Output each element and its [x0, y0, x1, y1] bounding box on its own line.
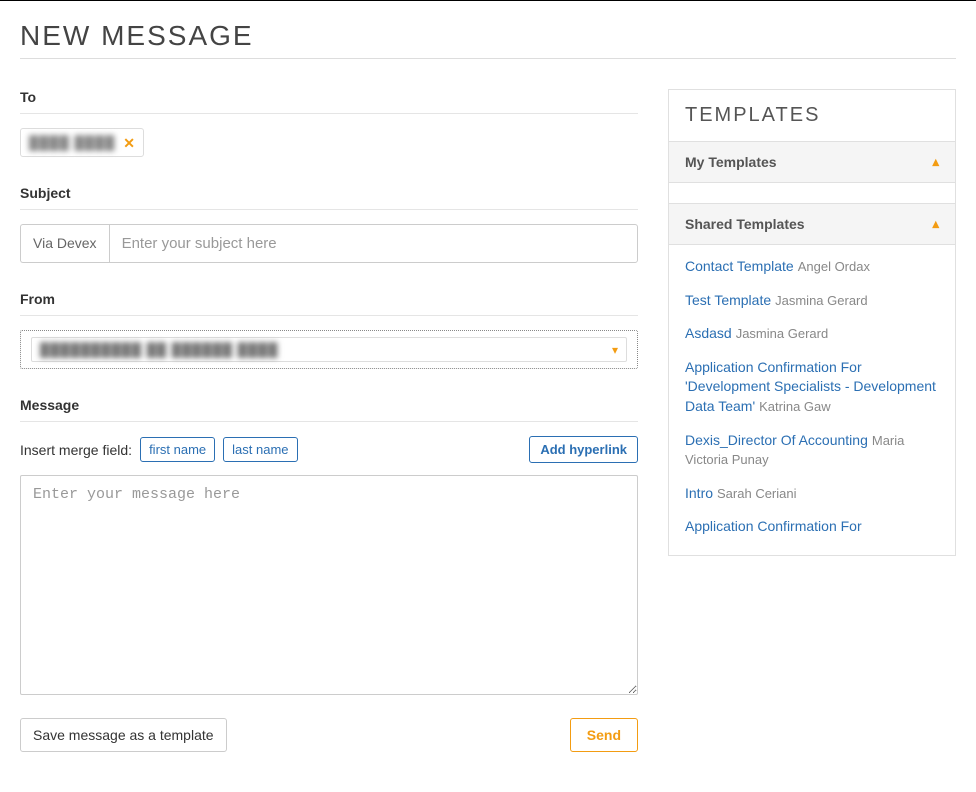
chevron-down-icon: ▾ [612, 343, 618, 357]
subject-divider [20, 209, 638, 210]
my-templates-header[interactable]: My Templates ▴ [669, 142, 955, 183]
template-author: Katrina Gaw [759, 399, 831, 414]
message-divider [20, 421, 638, 422]
subject-prefix: Via Devex [20, 224, 109, 263]
to-chip-row[interactable]: ████ ████ ✕ [20, 128, 638, 157]
template-author: Angel Ordax [798, 259, 870, 274]
from-select[interactable]: ██████████ ██ ██████ ████ ▾ [20, 330, 638, 369]
recipient-chip[interactable]: ████ ████ ✕ [20, 128, 144, 157]
send-button[interactable]: Send [570, 718, 638, 752]
template-item: Asdasd Jasmina Gerard [685, 324, 939, 344]
add-hyperlink-button[interactable]: Add hyperlink [529, 436, 638, 463]
compose-form: To ████ ████ ✕ Subject Via Devex [20, 89, 638, 752]
merge-first-name-button[interactable]: first name [140, 437, 215, 462]
to-divider [20, 113, 638, 114]
shared-templates-header[interactable]: Shared Templates ▴ [669, 203, 955, 245]
message-textarea[interactable] [20, 475, 638, 695]
message-label: Message [20, 397, 638, 413]
to-label: To [20, 89, 638, 105]
template-link[interactable]: Test Template [685, 292, 771, 308]
shared-templates-list: Contact Template Angel Ordax Test Templat… [669, 245, 955, 555]
template-item: Application Confirmation For [685, 517, 939, 537]
page-title: NEW MESSAGE [20, 20, 956, 52]
template-link[interactable]: Intro [685, 485, 713, 501]
template-author: Jasmina Gerard [775, 293, 867, 308]
merge-field-label: Insert merge field: [20, 442, 132, 458]
template-item: Test Template Jasmina Gerard [685, 291, 939, 311]
to-field-block: To ████ ████ ✕ [20, 89, 638, 157]
merge-last-name-button[interactable]: last name [223, 437, 297, 462]
my-templates-label: My Templates [685, 154, 777, 170]
templates-panel: TEMPLATES My Templates ▴ Shared Template… [668, 89, 956, 556]
title-divider [20, 58, 956, 59]
chevron-up-icon: ▴ [932, 154, 939, 170]
message-field-block: Message Insert merge field: first name l… [20, 397, 638, 698]
subject-field-block: Subject Via Devex [20, 185, 638, 263]
template-author: Jasmina Gerard [736, 326, 828, 341]
recipient-chip-text: ████ ████ [29, 135, 115, 150]
template-author: Sarah Ceriani [717, 486, 797, 501]
template-link[interactable]: Asdasd [685, 325, 732, 341]
template-link[interactable]: Dexis_Director Of Accounting [685, 432, 868, 448]
shared-templates-label: Shared Templates [685, 216, 805, 232]
template-link[interactable]: Application Confirmation For [685, 518, 862, 534]
from-field-block: From ██████████ ██ ██████ ████ ▾ [20, 291, 638, 369]
save-template-button[interactable]: Save message as a template [20, 718, 227, 752]
chevron-up-icon: ▴ [932, 216, 939, 232]
subject-label: Subject [20, 185, 638, 201]
template-item: Intro Sarah Ceriani [685, 484, 939, 504]
template-item: Dexis_Director Of AccountingMaria Victor… [685, 431, 939, 470]
template-item: Application Confirmation For 'Developmen… [685, 358, 939, 417]
from-selected-value: ██████████ ██ ██████ ████ [40, 342, 278, 357]
template-link[interactable]: Contact Template [685, 258, 794, 274]
subject-input[interactable] [109, 224, 638, 263]
templates-panel-title: TEMPLATES [669, 90, 955, 142]
close-icon[interactable]: ✕ [123, 136, 135, 150]
template-item: Contact Template Angel Ordax [685, 257, 939, 277]
from-label: From [20, 291, 638, 307]
from-divider [20, 315, 638, 316]
